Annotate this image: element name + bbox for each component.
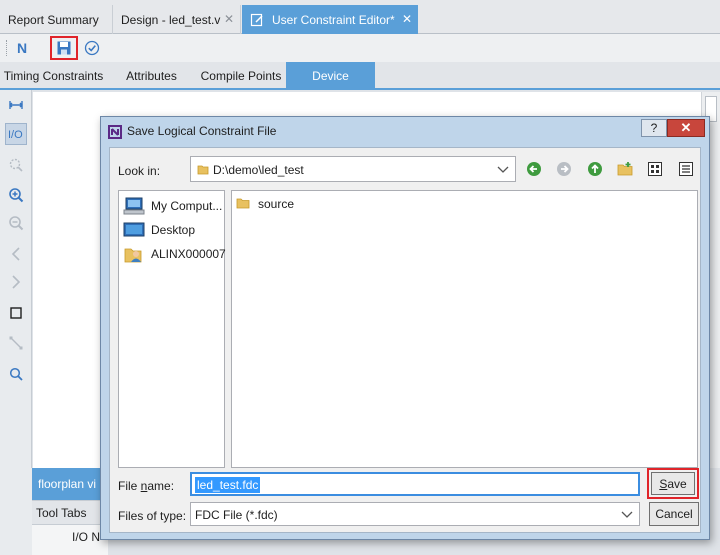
zoom-out-icon[interactable] bbox=[5, 212, 27, 234]
io-column-header: I/O N bbox=[72, 530, 101, 544]
line-icon[interactable] bbox=[5, 332, 27, 354]
file-type-dropdown[interactable]: FDC File (*.fdc) bbox=[190, 502, 640, 526]
chevron-right-icon[interactable] bbox=[5, 271, 27, 293]
tab-label: Report Summary bbox=[8, 12, 99, 27]
forward-icon bbox=[557, 162, 571, 176]
dialog-title: Save Logical Constraint File bbox=[127, 124, 277, 138]
view-tab-bar: Timing Constraints Attributes Compile Po… bbox=[0, 62, 720, 90]
file-name-value: led_test.fdc bbox=[195, 477, 261, 493]
tool-tabs-header[interactable]: Tool Tabs bbox=[32, 500, 108, 524]
new-folder-button[interactable] bbox=[615, 159, 635, 179]
icon-view-button[interactable] bbox=[645, 159, 665, 179]
chevron-down-icon bbox=[497, 163, 509, 177]
tab-attributes[interactable]: Attributes bbox=[107, 62, 196, 89]
tab-label: User Constraint Editor* bbox=[272, 12, 395, 27]
place-label: ALINX000007 bbox=[151, 247, 226, 261]
chevron-left-icon[interactable] bbox=[5, 243, 27, 265]
app-icon bbox=[107, 124, 123, 140]
place-user[interactable]: ALINX000007 bbox=[123, 243, 226, 265]
close-icon[interactable]: ✕ bbox=[224, 13, 234, 25]
place-label: Desktop bbox=[151, 223, 196, 237]
grid-icon bbox=[648, 162, 662, 176]
tab-user-constraint-editor[interactable]: User Constraint Editor* ✕ bbox=[242, 5, 418, 34]
fit-width-icon[interactable] bbox=[5, 94, 27, 116]
folder-icon bbox=[236, 197, 250, 212]
dialog-body: Look in: D:\demo\led_test My Comput... D… bbox=[109, 147, 701, 533]
tab-design[interactable]: Design - led_test.v ✕ bbox=[113, 5, 241, 34]
look-in-label: Look in: bbox=[118, 164, 161, 178]
new-icon[interactable]: N bbox=[12, 38, 32, 58]
help-button[interactable]: ? bbox=[641, 119, 667, 137]
list-view-button[interactable] bbox=[676, 159, 696, 179]
file-list[interactable]: source bbox=[231, 190, 698, 468]
save-button[interactable] bbox=[50, 36, 78, 60]
folder-icon bbox=[197, 163, 209, 178]
look-in-value: D:\demo\led_test bbox=[213, 163, 304, 177]
user-folder-icon bbox=[123, 245, 145, 263]
desktop-icon bbox=[123, 221, 145, 239]
tab-compile-points[interactable]: Compile Points bbox=[196, 62, 286, 89]
search-icon[interactable] bbox=[5, 363, 27, 385]
file-type-value: FDC File (*.fdc) bbox=[195, 508, 278, 522]
forward-button[interactable] bbox=[554, 159, 574, 179]
tab-report-summary[interactable]: Report Summary bbox=[0, 5, 113, 34]
look-in-dropdown[interactable]: D:\demo\led_test bbox=[190, 156, 516, 182]
up-icon bbox=[588, 162, 602, 176]
place-desktop[interactable]: Desktop bbox=[123, 219, 195, 241]
tab-label: Design - led_test.v bbox=[121, 12, 221, 27]
document-edit-icon bbox=[250, 13, 264, 27]
list-item[interactable]: source bbox=[236, 195, 294, 213]
save-button[interactable]: Save bbox=[651, 472, 695, 495]
select-icon[interactable] bbox=[5, 154, 27, 176]
bottom-left-strip bbox=[0, 468, 32, 555]
back-icon bbox=[527, 162, 541, 176]
tab-device[interactable]: Device bbox=[286, 62, 375, 89]
file-name-field[interactable]: led_test.fdc bbox=[190, 472, 640, 496]
up-folder-button[interactable] bbox=[585, 159, 605, 179]
rectangle-icon[interactable] bbox=[5, 302, 27, 324]
places-sidebar: My Comput... Desktop ALINX000007 bbox=[118, 190, 226, 468]
file-type-label: Files of type: bbox=[118, 509, 187, 523]
zoom-in-icon[interactable] bbox=[5, 184, 27, 206]
toolbar: N bbox=[0, 34, 720, 62]
left-tool-strip: I/O bbox=[0, 90, 32, 468]
toolbar-grip bbox=[6, 40, 8, 56]
svg-text:I/O: I/O bbox=[8, 129, 23, 141]
check-icon bbox=[84, 40, 100, 56]
list-icon bbox=[679, 162, 693, 176]
check-button[interactable] bbox=[82, 38, 102, 58]
cancel-button[interactable]: Cancel bbox=[649, 502, 699, 526]
place-label: My Comput... bbox=[151, 199, 223, 213]
place-my-computer[interactable]: My Comput... bbox=[123, 195, 222, 217]
io-table-header: I/O N bbox=[32, 524, 108, 555]
save-dialog: Save Logical Constraint File ? ✕ Look in… bbox=[100, 116, 710, 540]
tab-timing-constraints[interactable]: Timing Constraints bbox=[0, 62, 107, 89]
file-name: source bbox=[258, 197, 295, 211]
chevron-down-icon bbox=[621, 508, 633, 522]
file-name-label: File name: bbox=[118, 479, 175, 493]
document-tab-bar: Report Summary Design - led_test.v ✕ Use… bbox=[0, 0, 720, 34]
close-button[interactable]: ✕ bbox=[667, 119, 705, 137]
save-icon bbox=[57, 41, 71, 55]
dialog-titlebar[interactable]: Save Logical Constraint File ? ✕ bbox=[101, 117, 709, 145]
new-folder-icon bbox=[617, 162, 633, 176]
save-highlight: Save bbox=[647, 468, 699, 499]
floorplan-view-tab[interactable]: floorplan vi bbox=[32, 468, 108, 500]
back-button[interactable] bbox=[524, 159, 544, 179]
computer-icon bbox=[123, 197, 145, 215]
io-icon[interactable]: I/O bbox=[5, 123, 27, 145]
close-icon[interactable]: ✕ bbox=[402, 13, 412, 25]
